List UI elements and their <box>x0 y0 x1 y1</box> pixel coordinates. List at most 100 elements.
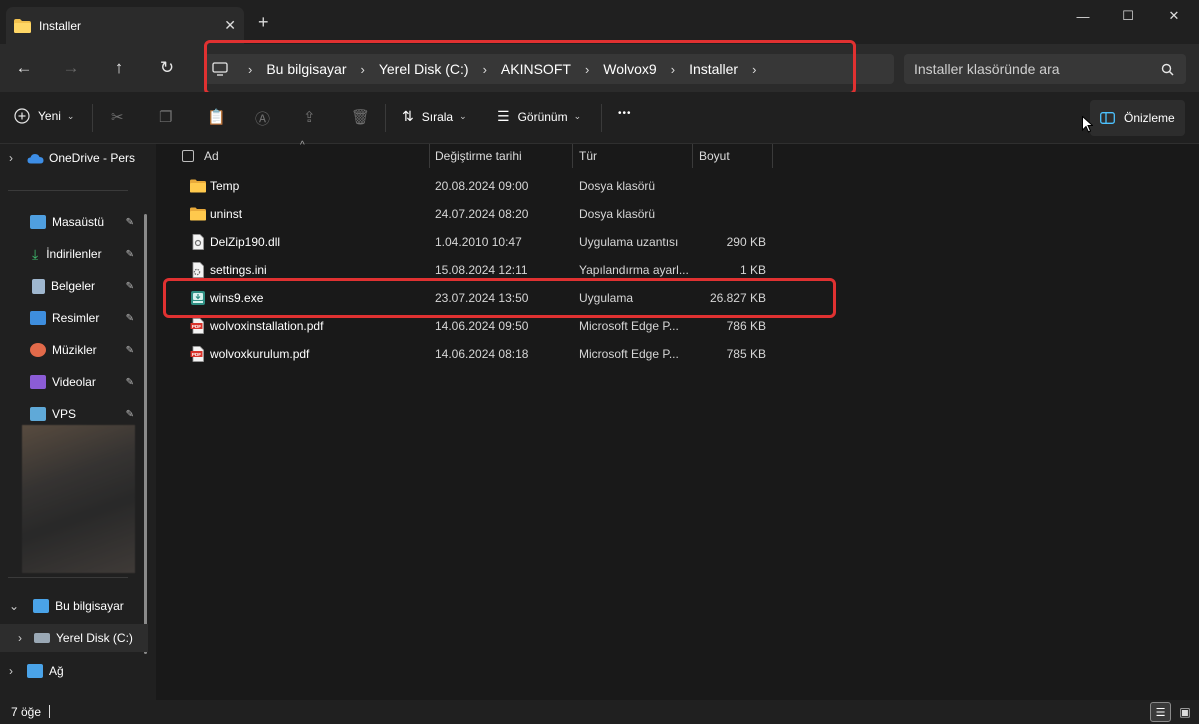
file-modified: 15.08.2024 12:11 <box>435 263 528 277</box>
file-row-wolvoxkurulum[interactable]: PDF wolvoxkurulum.pdf 14.06.2024 08:18 M… <box>184 340 784 368</box>
sidebar-item-this-pc[interactable]: ⌄ Bu bilgisayar <box>0 592 150 620</box>
column-size[interactable]: Boyut <box>699 149 730 163</box>
sidebar-item-network[interactable]: › Ağ <box>0 657 150 685</box>
chevron-down-icon: ⌄ <box>459 111 467 121</box>
tiles-view-icon: ▣ <box>1179 705 1191 719</box>
tab-close-icon[interactable]: ✕ <box>224 17 236 34</box>
maximize-button[interactable]: ☐ <box>1105 6 1151 26</box>
preview-label: Önizleme <box>1124 111 1175 125</box>
column-divider[interactable] <box>429 144 430 168</box>
sidebar-item-pictures[interactable]: Resimler ✎ <box>0 304 150 332</box>
sidebar-item-label: İndirilenler <box>46 247 102 261</box>
toolbar-divider <box>92 104 93 132</box>
file-type: Yapılandırma ayarl... <box>579 263 689 277</box>
sidebar-item-downloads[interactable]: ⤓ İndirilenler ✎ <box>0 240 150 268</box>
folder-icon <box>190 179 206 193</box>
file-row-delzip[interactable]: DelZip190.dll 1.04.2010 10:47 Uygulama u… <box>184 228 784 256</box>
file-modified: 14.06.2024 09:50 <box>435 319 529 333</box>
column-divider[interactable] <box>772 144 773 168</box>
toolbar-divider <box>601 104 602 132</box>
copy-icon[interactable]: ❐ <box>159 108 172 126</box>
expand-icon[interactable]: › <box>18 631 22 645</box>
up-arrow-icon: ↑ <box>114 58 124 77</box>
ini-file-icon <box>192 262 204 278</box>
sidebar-item-label: Resimler <box>52 311 100 325</box>
column-divider[interactable] <box>572 144 573 168</box>
sidebar-item-documents[interactable]: Belgeler ✎ <box>0 272 150 300</box>
minimize-icon: — <box>1076 8 1090 24</box>
back-arrow-icon: ← <box>15 58 33 77</box>
navigation-pane: › OneDrive - Pers Masaüstü ✎ ⤓ İndirilen… <box>0 144 156 700</box>
column-name[interactable]: Ad <box>204 149 219 163</box>
collapse-icon[interactable]: ⌄ <box>9 599 19 613</box>
search-input[interactable]: Installer klasöründe ara <box>914 61 1161 77</box>
sidebar-item-music[interactable]: Müzikler ✎ <box>0 336 150 364</box>
sidebar-item-local-disk[interactable]: › Yerel Disk (C:) <box>0 624 148 652</box>
expand-icon[interactable]: › <box>9 664 13 678</box>
pin-icon: ✎ <box>125 408 134 420</box>
new-label: Yeni <box>38 109 61 123</box>
share-icon[interactable]: ⇪ <box>303 108 316 126</box>
new-tab-button[interactable]: + <box>258 12 269 33</box>
pin-icon: ✎ <box>125 312 134 324</box>
plus-circle-icon <box>14 108 30 124</box>
view-button[interactable]: ☰ Görünüm ⌄ <box>497 108 581 125</box>
pin-icon: ✎ <box>125 248 134 260</box>
pin-icon: ✎ <box>125 280 134 292</box>
sidebar-item-vps[interactable]: VPS ✎ <box>0 400 150 428</box>
select-all-checkbox[interactable] <box>182 150 194 162</box>
sidebar-item-label: OneDrive - Pers <box>49 151 136 165</box>
refresh-icon: ↻ <box>159 58 175 77</box>
pdf-file-icon: PDF <box>190 346 204 362</box>
search-icon <box>1161 63 1174 76</box>
file-type: Microsoft Edge P... <box>579 319 679 333</box>
column-modified[interactable]: Değiştirme tarihi <box>435 149 522 163</box>
file-list-view: Ad ^ Değiştirme tarihi Tür Boyut Temp 20… <box>156 140 1199 700</box>
download-icon: ⤓ <box>32 245 39 262</box>
delete-icon[interactable]: 🗑 <box>351 108 370 126</box>
folder-icon <box>190 207 206 221</box>
column-divider[interactable] <box>692 144 693 168</box>
file-modified: 20.08.2024 09:00 <box>435 179 529 193</box>
more-options-button[interactable]: ••• <box>618 108 632 119</box>
minimize-button[interactable]: — <box>1060 6 1106 26</box>
up-button[interactable]: ↑ <box>107 56 131 80</box>
sidebar-item-videos[interactable]: Videolar ✎ <box>0 368 150 396</box>
forward-button[interactable]: → <box>59 56 83 80</box>
sidebar-item-desktop[interactable]: Masaüstü ✎ <box>0 208 150 236</box>
toolbar-divider <box>385 104 386 132</box>
file-row-temp[interactable]: Temp 20.08.2024 09:00 Dosya klasörü <box>184 172 784 200</box>
file-type: Uygulama uzantısı <box>579 235 679 249</box>
sort-label: Sırala <box>421 109 454 124</box>
sidebar-item-onedrive[interactable]: › OneDrive - Pers <box>0 144 150 172</box>
rename-icon[interactable]: Ⓐ <box>255 108 270 129</box>
sort-button[interactable]: ⇅ Sırala ⌄ <box>402 108 467 125</box>
file-name: uninst <box>210 207 243 221</box>
details-view-button[interactable]: ☰ <box>1150 702 1171 722</box>
search-box[interactable]: Installer klasöründe ara <box>904 54 1186 84</box>
tiles-view-button[interactable]: ▣ <box>1175 702 1195 722</box>
pin-icon: ✎ <box>125 376 134 388</box>
back-button[interactable]: ← <box>12 56 36 80</box>
cut-icon[interactable]: ✂ <box>111 108 124 126</box>
preview-pane-icon <box>1100 112 1115 124</box>
command-bar: Yeni ⌄ ✂ ❐ 📋 Ⓐ ⇪ 🗑 ⇅ Sırala ⌄ ☰ Görünüm … <box>0 92 1199 144</box>
cloud-icon <box>27 153 44 163</box>
sidebar-divider <box>8 190 128 191</box>
file-name: wolvoxinstallation.pdf <box>210 319 324 333</box>
details-view-icon: ☰ <box>1155 706 1166 719</box>
tab-installer[interactable]: Installer ✕ <box>6 7 244 44</box>
sidebar-item-label: Videolar <box>52 375 96 389</box>
close-button[interactable]: ✕ <box>1151 6 1197 26</box>
preview-pane-button[interactable]: Önizleme <box>1090 100 1185 136</box>
paste-icon[interactable]: 📋 <box>207 108 226 126</box>
refresh-button[interactable]: ↻ <box>155 56 179 80</box>
svg-text:PDF: PDF <box>192 324 201 329</box>
new-button[interactable]: Yeni ⌄ <box>14 108 74 124</box>
file-row-uninst[interactable]: uninst 24.07.2024 08:20 Dosya klasörü <box>184 200 784 228</box>
sidebar-scrollbar[interactable] <box>144 214 147 654</box>
chevron-down-icon: ⌄ <box>66 110 75 121</box>
column-type[interactable]: Tür <box>579 149 597 163</box>
svg-text:PDF: PDF <box>192 352 201 357</box>
expand-icon[interactable]: › <box>9 151 13 165</box>
